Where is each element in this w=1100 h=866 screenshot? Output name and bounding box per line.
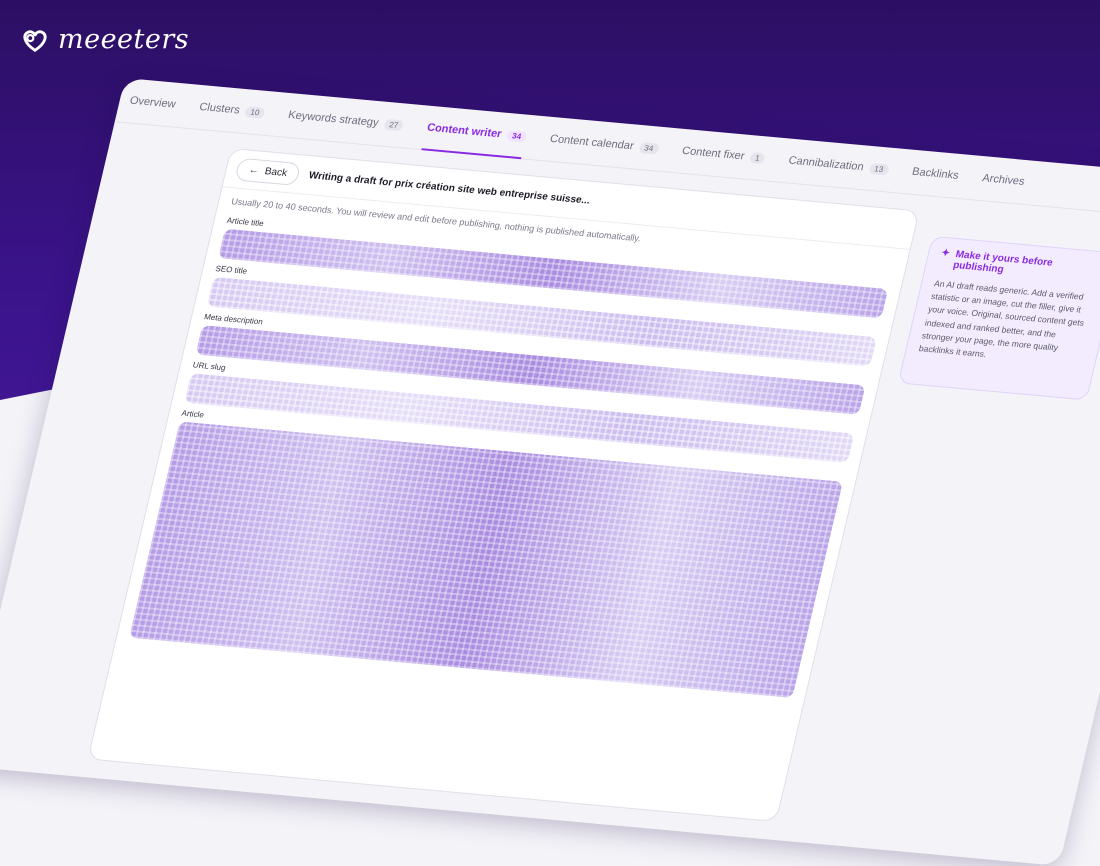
- tab-keywords-strategy[interactable]: Keywords strategy 27: [283, 93, 408, 147]
- tab-label: Clusters: [198, 100, 242, 117]
- draft-panel: ← Back Writing a draft for prix création…: [87, 147, 920, 823]
- arrow-left-icon: ←: [247, 164, 261, 176]
- tab-label: Content calendar: [548, 132, 635, 153]
- brand-logo[interactable]: meeeters: [20, 24, 189, 55]
- tab-content-fixer[interactable]: Content fixer 1: [677, 129, 770, 180]
- tab-label: Content fixer: [680, 144, 746, 163]
- count-badge: 34: [638, 141, 660, 155]
- back-label: Back: [263, 165, 289, 179]
- tab-label: Cannibalization: [787, 154, 865, 174]
- app-window: Overview Clusters 10 Keywords strategy 2…: [0, 78, 1100, 866]
- tab-label: Archives: [981, 172, 1026, 188]
- back-button[interactable]: ← Back: [234, 157, 302, 186]
- tab-label: Keywords strategy: [286, 109, 380, 130]
- count-badge: 34: [506, 129, 528, 143]
- app-window-stage: Overview Clusters 10 Keywords strategy 2…: [0, 78, 1100, 866]
- tab-cannibalization[interactable]: Cannibalization 13: [784, 139, 894, 191]
- tab-overview[interactable]: Overview: [125, 79, 181, 126]
- tab-clusters[interactable]: Clusters 10: [194, 85, 269, 134]
- tab-content-writer[interactable]: Content writer 34: [422, 106, 531, 158]
- tip-title: Make it yours before publishing: [951, 249, 1054, 276]
- tab-content-calendar[interactable]: Content calendar 34: [545, 117, 663, 170]
- tab-label: Overview: [128, 94, 177, 111]
- tab-archives[interactable]: Archives: [977, 156, 1029, 203]
- tab-backlinks[interactable]: Backlinks: [907, 150, 963, 197]
- magic-wand-icon: ✦: [940, 247, 951, 260]
- count-badge: 10: [244, 105, 266, 119]
- tab-label: Backlinks: [910, 165, 960, 182]
- tip-body: An AI draft reads generic. Add a verifie…: [917, 278, 1086, 359]
- meeeters-logo-icon: [23, 29, 47, 52]
- tip-card: ✦ Make it yours before publishing An AI …: [897, 235, 1100, 401]
- brand-name: meeeters: [58, 24, 190, 55]
- count-badge: 1: [749, 151, 766, 164]
- count-badge: 27: [383, 118, 405, 131]
- count-badge: 13: [868, 162, 890, 175]
- tab-label: Content writer: [425, 121, 503, 141]
